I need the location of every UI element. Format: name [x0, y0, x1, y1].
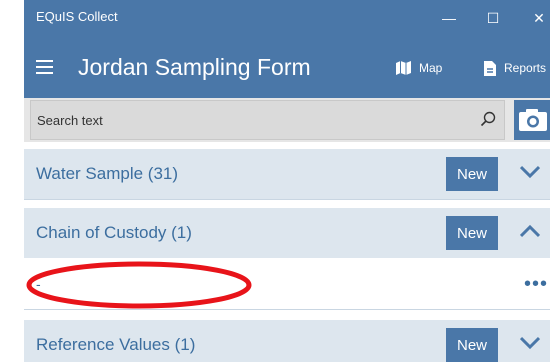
new-water-sample-button[interactable]: New	[446, 157, 498, 191]
title-bar: EQuIS Collect — ☐ ✕	[24, 0, 550, 38]
annotation-ellipse	[26, 261, 252, 309]
section-title: Water Sample (31)	[36, 164, 179, 183]
maximize-button[interactable]: ☐	[480, 6, 506, 30]
camera-icon	[519, 109, 547, 131]
map-label: Map	[419, 61, 443, 75]
section-water-sample[interactable]: Water Sample (31) New	[24, 149, 550, 199]
chevron-down-icon[interactable]	[520, 336, 540, 350]
search-placeholder: Search text	[37, 113, 103, 128]
reports-label: Reports	[504, 61, 547, 75]
section-title: Reference Values (1)	[36, 335, 196, 354]
map-icon	[396, 61, 411, 75]
camera-button[interactable]	[514, 100, 550, 140]
divider	[24, 199, 550, 200]
chevron-up-icon[interactable]	[520, 224, 540, 238]
section-reference-values[interactable]: Reference Values (1) New	[24, 320, 550, 362]
equis-collect-window: EQuIS Collect — ☐ ✕ Jordan Sampling Form…	[24, 0, 550, 362]
more-options-icon[interactable]: •••	[524, 273, 548, 296]
new-chain-of-custody-button[interactable]: New	[446, 216, 498, 250]
new-reference-values-button[interactable]: New	[446, 328, 498, 362]
divider	[24, 309, 550, 310]
section-chain-of-custody[interactable]: Chain of Custody (1) New	[24, 208, 550, 258]
search-row: Search text	[24, 98, 550, 142]
window-title: EQuIS Collect	[36, 9, 118, 24]
reports-button[interactable]: Reports	[484, 56, 546, 80]
app-header: Jordan Sampling Form Map Reports	[24, 38, 550, 98]
chevron-down-icon[interactable]	[520, 165, 540, 179]
minimize-button[interactable]: —	[436, 6, 462, 30]
map-button[interactable]: Map	[396, 56, 442, 80]
search-input[interactable]: Search text	[30, 100, 505, 140]
document-icon	[484, 60, 496, 76]
close-button[interactable]: ✕	[526, 6, 550, 30]
hamburger-icon[interactable]	[36, 60, 53, 78]
page-title: Jordan Sampling Form	[78, 54, 311, 80]
section-title: Chain of Custody (1)	[36, 223, 192, 242]
search-icon[interactable]	[480, 111, 496, 127]
